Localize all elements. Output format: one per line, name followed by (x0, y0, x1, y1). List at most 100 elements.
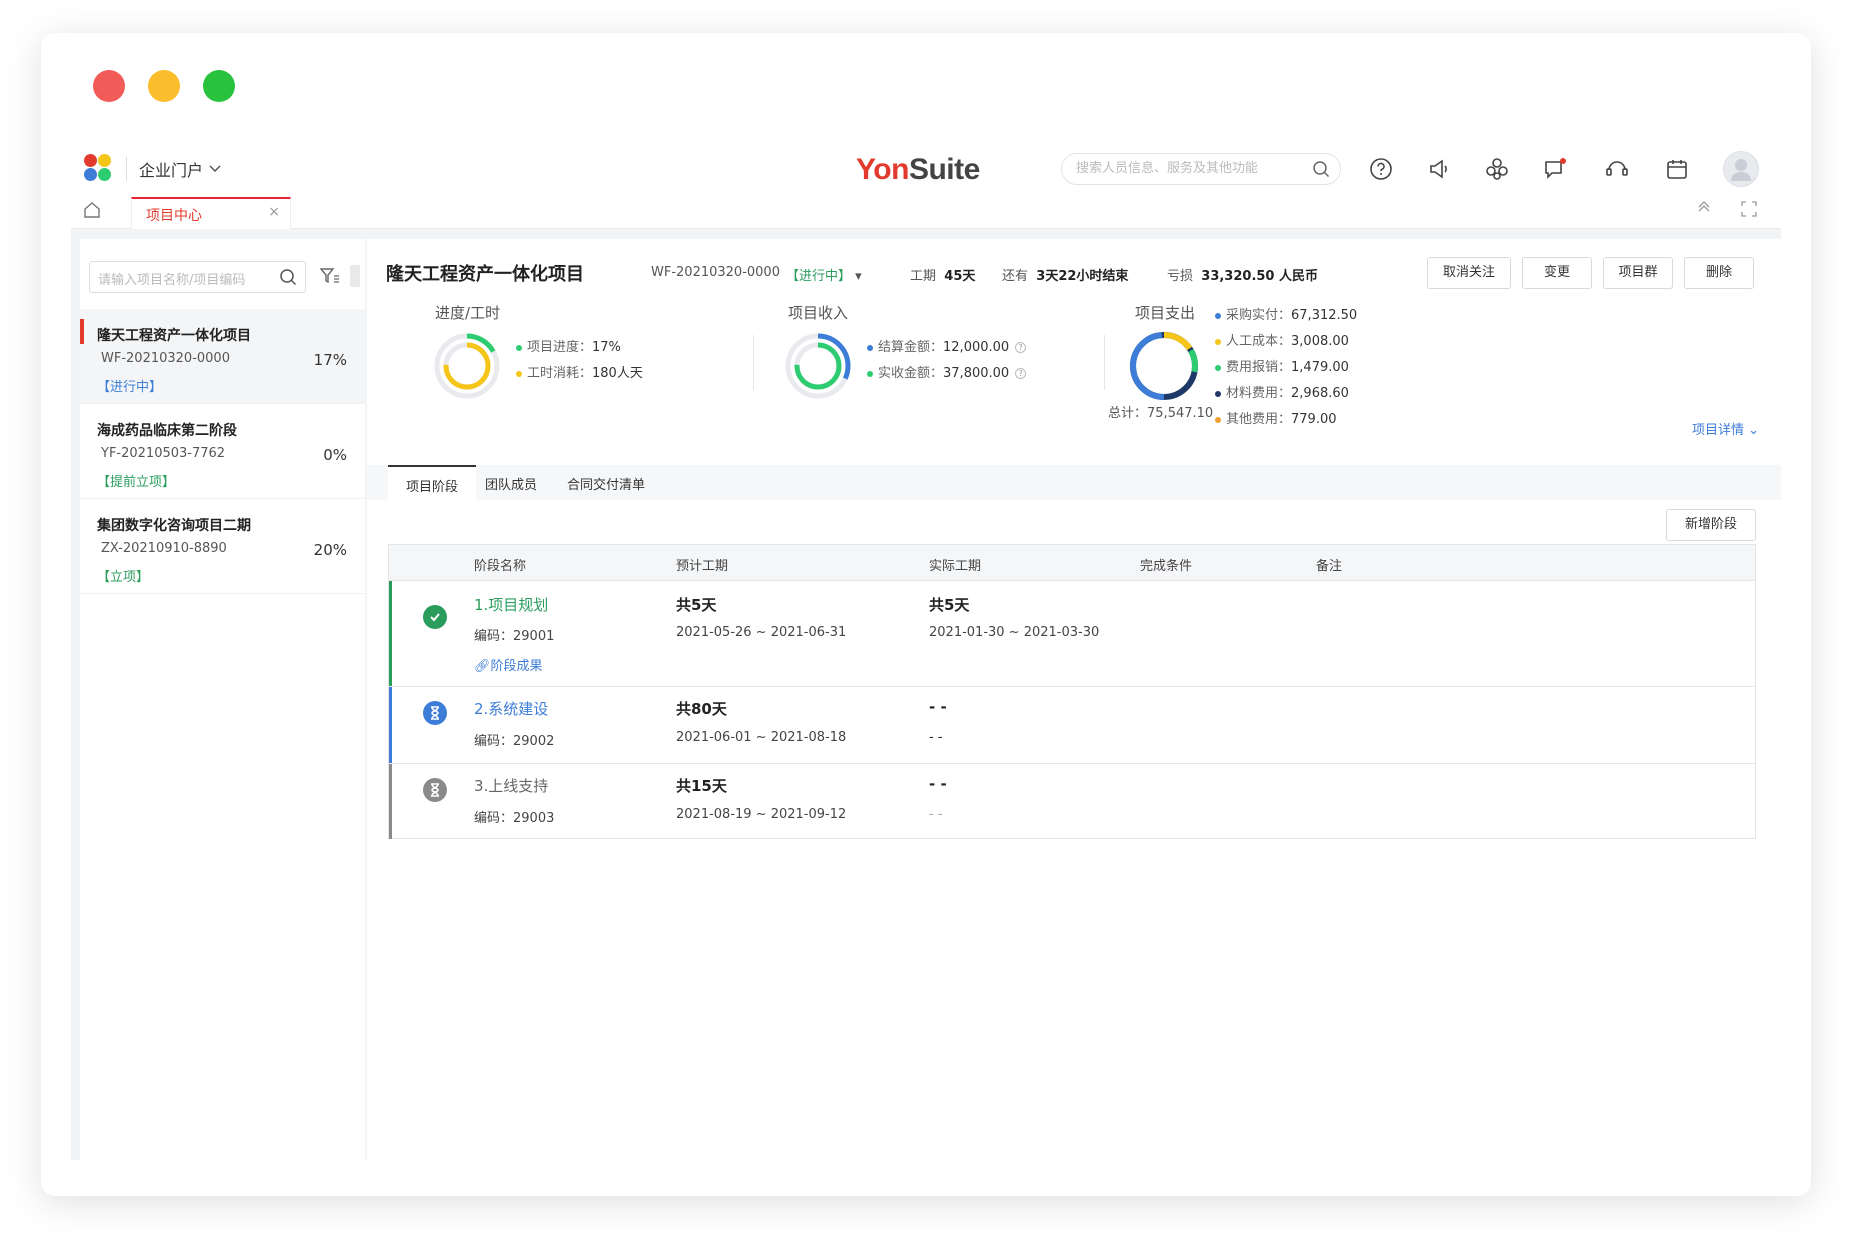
hourglass-icon (423, 778, 447, 802)
income-legend-item: 结算金额：12,000.00? (867, 335, 1027, 361)
table-row[interactable]: 1.项目规划 编码：29001 🔗︎阶段成果 共5天 2021-05-26 ~ … (389, 581, 1755, 687)
global-search-input[interactable]: 搜索人员信息、服务及其他功能 (1061, 153, 1341, 185)
project-progress: 0% (323, 446, 347, 464)
column-header: 阶段名称 (474, 559, 527, 574)
apps-icon[interactable] (1485, 157, 1509, 181)
actual-duration: 共5天 (929, 596, 970, 614)
project-code: YF-20210503-7762 (101, 446, 226, 461)
headset-icon[interactable] (1605, 157, 1629, 181)
project-status-text: 【进行中】 (786, 269, 852, 284)
loss-label: 亏损 (1167, 269, 1194, 284)
tab-label: 项目中心 (146, 208, 202, 224)
info-icon[interactable]: ? (1015, 342, 1027, 353)
tab-bar: 项目中心 × (71, 193, 1781, 229)
tab-team-members[interactable]: 团队成员 (485, 474, 537, 493)
project-group-button[interactable]: 项目群 (1603, 257, 1673, 289)
progress-legend: 项目进度：17% 工时消耗：180人天 (516, 335, 643, 387)
megaphone-icon[interactable] (1427, 157, 1451, 181)
calendar-icon[interactable] (1665, 157, 1689, 181)
column-header: 备注 (1316, 559, 1343, 574)
home-icon[interactable] (83, 201, 101, 219)
row-status-bar (389, 764, 392, 839)
actual-range: 2021-01-30 ~ 2021-03-30 (929, 625, 1100, 640)
actual-duration: - - (929, 698, 947, 716)
remain-meta: 还有 3天22小时结束 (1002, 265, 1128, 284)
add-stage-button[interactable]: 新增阶段 (1666, 509, 1756, 541)
expense-legend-item: 采购实付：67,312.50 (1215, 303, 1357, 329)
stage-name-link[interactable]: 2.系统建设 (474, 698, 548, 719)
hourglass-icon (423, 701, 447, 725)
expense-section-title: 项目支出 (1135, 304, 1196, 322)
sub-tab-bar: 项目阶段 团队成员 合同交付清单 (367, 465, 1781, 500)
remain-value: 3天22小时结束 (1036, 269, 1129, 284)
info-icon[interactable]: ? (1015, 368, 1027, 379)
project-code-meta: WF-20210320-0000 (651, 265, 780, 280)
chevron-down-icon (209, 165, 221, 173)
close-window-dot[interactable] (93, 70, 125, 102)
column-header: 完成条件 (1140, 559, 1193, 574)
app-logo-icon[interactable] (84, 154, 114, 184)
project-list-item[interactable]: 集团数字化咨询项目二期 ZX-20210910-8890 【立项】 20% (80, 499, 365, 594)
expense-legend-item: 其他费用：779.00 (1215, 407, 1357, 433)
project-progress: 20% (313, 541, 347, 559)
filter-icon[interactable] (320, 267, 340, 285)
tab-project-center[interactable]: 项目中心 × (131, 197, 291, 229)
message-icon[interactable] (1543, 157, 1567, 181)
project-status: 【提前立项】 (97, 475, 176, 490)
planned-range: 2021-06-01 ~ 2021-08-18 (676, 730, 847, 745)
income-legend: 结算金额：12,000.00? 实收金额：37,800.00? (867, 335, 1027, 387)
progress-legend-item: 项目进度：17% (516, 335, 643, 361)
tab-contract-deliverables[interactable]: 合同交付清单 (567, 474, 645, 493)
change-button[interactable]: 变更 (1522, 257, 1592, 289)
expense-legend-item: 费用报销：1,479.00 (1215, 355, 1357, 381)
period-meta: 工期 45天 (910, 265, 975, 284)
income-legend-item: 实收金额：37,800.00? (867, 361, 1027, 387)
sidebar-collapse-handle[interactable] (350, 265, 360, 287)
divider (753, 335, 754, 390)
project-status-dropdown[interactable]: 【进行中】 ▾ (786, 265, 862, 284)
search-icon[interactable] (279, 268, 297, 286)
project-search-input[interactable]: 请输入项目名称/项目编码 (89, 261, 306, 293)
stage-name-link[interactable]: 1.项目规划 (474, 594, 548, 615)
project-list-item[interactable]: 隆天工程资产一体化项目 WF-20210320-0000 【进行中】 17% (80, 309, 365, 404)
project-progress: 17% (313, 351, 347, 369)
planned-duration: 共15天 (676, 777, 727, 795)
caret-down-icon: ▾ (855, 269, 862, 284)
help-icon[interactable] (1369, 157, 1393, 181)
minimize-window-dot[interactable] (148, 70, 180, 102)
brand-logo: YonSuite (856, 153, 980, 186)
project-sidebar: 请输入项目名称/项目编码 隆天工程资产一体化项目 WF-20210320-000… (80, 239, 365, 1160)
tab-project-stages[interactable]: 项目阶段 (388, 465, 477, 500)
expense-total-label: 总计： (1108, 406, 1148, 421)
fullscreen-icon[interactable] (1741, 201, 1757, 217)
project-search-placeholder: 请输入项目名称/项目编码 (98, 273, 246, 288)
expense-legend-item: 材料费用：2,968.60 (1215, 381, 1357, 407)
search-icon[interactable] (1312, 160, 1330, 178)
row-status-bar (389, 581, 392, 686)
expense-total: 总计：75,547.10 (1108, 402, 1213, 421)
stage-code: 编码：29001 (474, 629, 555, 644)
stage-results-link[interactable]: 🔗︎阶段成果 (474, 655, 543, 674)
maximize-window-dot[interactable] (203, 70, 235, 102)
portal-switcher[interactable]: 企业门户 (126, 157, 221, 181)
planned-duration: 共80天 (676, 700, 727, 718)
avatar-icon[interactable] (1723, 151, 1759, 187)
unfollow-button[interactable]: 取消关注 (1427, 257, 1511, 289)
collapse-up-icon[interactable] (1697, 199, 1711, 213)
table-row[interactable]: 2.系统建设 编码：29002 共80天 2021-06-01 ~ 2021-0… (389, 687, 1755, 764)
income-section-title: 项目收入 (788, 304, 849, 322)
stage-name-link[interactable]: 3.上线支持 (474, 775, 548, 796)
actual-range: - - (929, 730, 943, 745)
delete-button[interactable]: 删除 (1684, 257, 1754, 289)
close-tab-icon[interactable]: × (268, 204, 280, 220)
planned-duration: 共5天 (676, 596, 717, 614)
divider (1104, 335, 1105, 390)
stage-table: 阶段名称 预计工期 实际工期 完成条件 备注 1.项目规划 编码：29001 🔗… (388, 544, 1756, 839)
portal-label: 企业门户 (139, 161, 204, 180)
table-row[interactable]: 3.上线支持 编码：29003 共15天 2021-08-19 ~ 2021-0… (389, 764, 1755, 839)
chevron-double-down-icon: ⌄ (1748, 423, 1759, 438)
project-list-item[interactable]: 海成药品临床第二阶段 YF-20210503-7762 【提前立项】 0% (80, 404, 365, 499)
project-detail-link[interactable]: 项目详情 ⌄ (1692, 419, 1759, 438)
paperclip-icon: 🔗︎ (474, 659, 491, 674)
income-ring-chart (785, 333, 851, 399)
